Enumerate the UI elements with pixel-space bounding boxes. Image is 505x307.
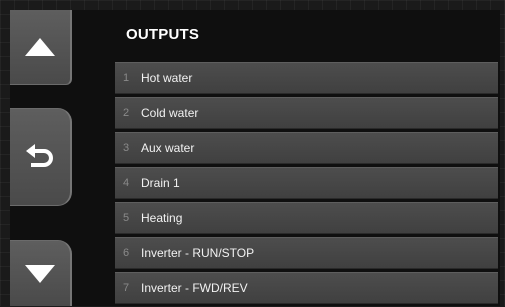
back-button[interactable]	[10, 108, 72, 206]
output-label: Cold water	[141, 106, 199, 120]
output-label: Heating	[141, 211, 183, 225]
output-label: Aux water	[141, 141, 195, 155]
output-number: 1	[123, 72, 130, 84]
output-number: 7	[123, 282, 130, 294]
output-item-hot-water[interactable]: 1 Hot water	[115, 62, 498, 94]
output-label: Inverter - FWD/REV	[141, 281, 248, 295]
output-item-aux-water[interactable]: 3 Aux water	[115, 132, 498, 164]
output-number: 3	[123, 142, 130, 154]
outputs-list: 1 Hot water 2 Cold water 3 Aux water 4 D…	[115, 62, 498, 307]
output-item-cold-water[interactable]: 2 Cold water	[115, 97, 498, 129]
output-item-inverter-fwd-rev[interactable]: 7 Inverter - FWD/REV	[115, 272, 498, 304]
triangle-down-icon	[23, 263, 57, 285]
output-number: 4	[123, 177, 130, 189]
page-title: OUTPUTS	[126, 26, 200, 43]
output-label: Inverter - RUN/STOP	[141, 246, 255, 260]
return-arrow-icon	[25, 142, 55, 172]
output-label: Drain 1	[141, 176, 180, 190]
output-item-inverter-run-stop[interactable]: 6 Inverter - RUN/STOP	[115, 237, 498, 269]
triangle-up-icon	[23, 36, 57, 58]
scroll-down-button[interactable]	[10, 240, 72, 306]
output-number: 2	[123, 107, 130, 119]
output-item-drain-1[interactable]: 4 Drain 1	[115, 167, 498, 199]
scroll-up-button[interactable]	[10, 10, 72, 85]
output-number: 5	[123, 212, 130, 224]
output-item-heating[interactable]: 5 Heating	[115, 202, 498, 234]
output-label: Hot water	[141, 71, 193, 85]
output-number: 6	[123, 247, 130, 259]
